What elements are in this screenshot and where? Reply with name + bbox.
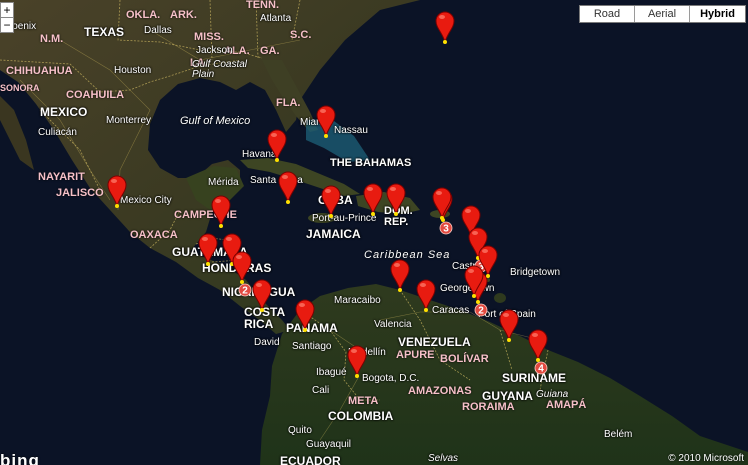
zoom-in-button[interactable]: + bbox=[1, 3, 13, 17]
pushpin-cluster-count: 3 bbox=[443, 224, 449, 235]
map-pushpin[interactable] bbox=[211, 195, 231, 228]
pushpin-cluster-badge[interactable]: 2 bbox=[238, 283, 252, 297]
map-pushpin[interactable] bbox=[232, 251, 252, 284]
pushpin-layer: 33224 bbox=[107, 11, 548, 378]
map-pushpin[interactable] bbox=[363, 183, 383, 216]
map-pushpin[interactable] bbox=[316, 105, 336, 138]
pushpin-cluster-badge[interactable]: 4 bbox=[534, 361, 548, 375]
pushpin-cluster-count: 4 bbox=[538, 364, 544, 375]
pushpin-cluster-badge[interactable]: 2 bbox=[474, 303, 488, 317]
zoom-control: + − bbox=[0, 2, 14, 33]
map-pushpin[interactable] bbox=[321, 185, 341, 218]
map-pushpin[interactable] bbox=[435, 11, 455, 44]
map-pushpin[interactable] bbox=[107, 175, 127, 208]
map-type-switcher: Road Aerial Hybrid bbox=[579, 5, 746, 23]
map-canvas[interactable]: Gulf of Mexico Caribbean Sea MEXICO THE … bbox=[0, 0, 748, 465]
pushpin-cluster-badge[interactable]: 3 bbox=[439, 221, 453, 235]
bing-logo: bing bbox=[0, 451, 40, 465]
map-pushpin[interactable] bbox=[416, 279, 436, 312]
pushpin-cluster-count: 2 bbox=[478, 306, 484, 317]
map-type-aerial-button[interactable]: Aerial bbox=[635, 6, 690, 22]
map-pushpin[interactable] bbox=[528, 329, 548, 362]
map-pushpin[interactable] bbox=[347, 345, 367, 378]
map-pushpin[interactable] bbox=[295, 299, 315, 332]
zoom-out-button[interactable]: − bbox=[1, 17, 13, 32]
map-pushpin[interactable] bbox=[252, 279, 272, 312]
map-pushpin[interactable] bbox=[432, 187, 452, 220]
map-type-road-button[interactable]: Road bbox=[580, 6, 635, 22]
map-pushpin[interactable] bbox=[198, 233, 218, 266]
map-pushpin[interactable] bbox=[278, 171, 298, 204]
copyright-notice: © 2010 Microsoft bbox=[668, 453, 744, 464]
map-pushpin[interactable] bbox=[386, 183, 406, 216]
map-pushpin[interactable] bbox=[499, 309, 519, 342]
pushpin-cluster-count: 2 bbox=[242, 286, 248, 297]
map-type-hybrid-button[interactable]: Hybrid bbox=[690, 6, 745, 22]
map-pushpin[interactable] bbox=[390, 259, 410, 292]
map-pushpin[interactable] bbox=[267, 129, 287, 162]
